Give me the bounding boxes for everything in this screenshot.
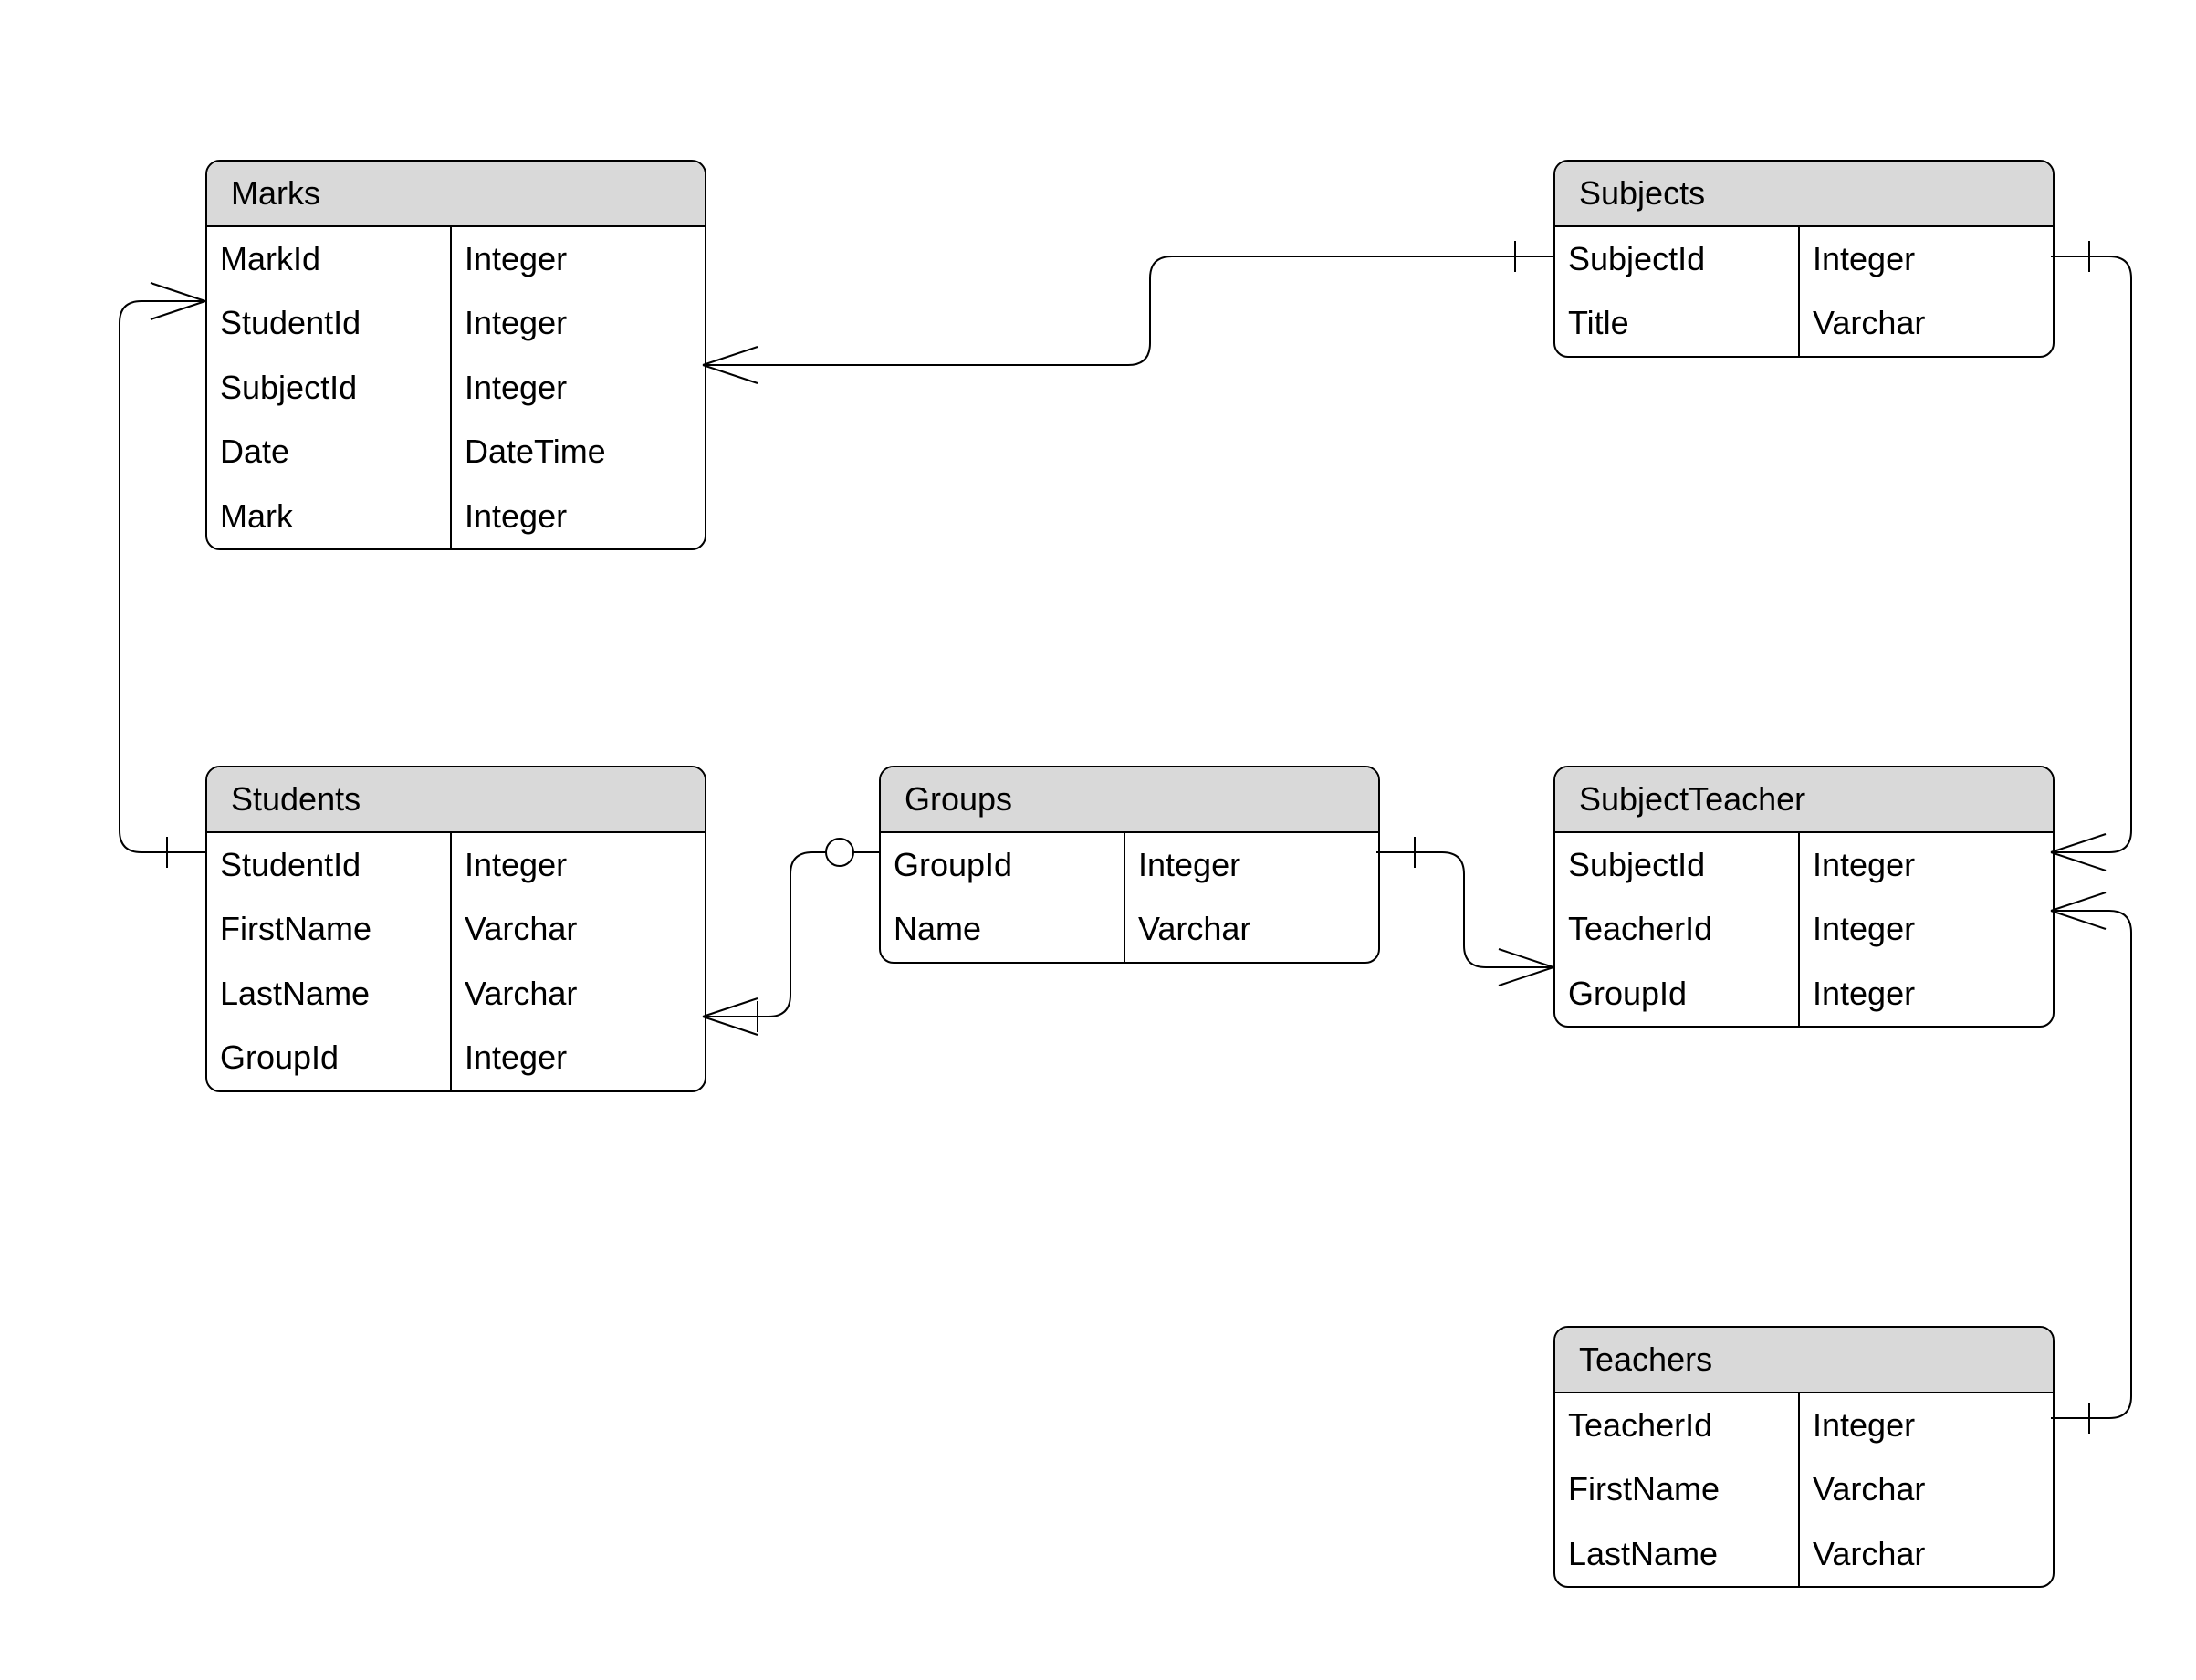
relation-marks-students xyxy=(120,283,205,868)
entity-subject-teacher[interactable]: SubjectTeacher SubjectId TeacherId Group… xyxy=(1553,766,2055,1028)
field-name: FirstName xyxy=(1555,1457,1798,1521)
field-type: Integer xyxy=(452,356,619,420)
field-name: SubjectId xyxy=(1555,227,1798,291)
field-type: DateTime xyxy=(452,420,619,484)
entity-teachers[interactable]: Teachers TeacherId FirstName LastName In… xyxy=(1553,1326,2055,1588)
field-name: Title xyxy=(1555,291,1798,355)
entity-subjects[interactable]: Subjects SubjectId Title Integer Varchar xyxy=(1553,160,2055,358)
field-name: LastName xyxy=(207,962,450,1026)
field-type: Varchar xyxy=(452,962,590,1026)
field-type: Varchar xyxy=(1800,1457,1938,1521)
field-type: Varchar xyxy=(452,897,590,961)
field-type: Varchar xyxy=(1125,897,1263,961)
entity-students[interactable]: Students StudentId FirstName LastName Gr… xyxy=(205,766,706,1092)
field-name: Date xyxy=(207,420,450,484)
entity-title: Students xyxy=(207,767,705,833)
entity-title: Subjects xyxy=(1555,162,2053,227)
field-type: Integer xyxy=(1800,227,1938,291)
relation-students-groups xyxy=(703,839,879,1035)
field-type: Integer xyxy=(452,485,619,548)
field-name: TeacherId xyxy=(1555,897,1798,961)
relation-subjects-subjectteacher xyxy=(2051,241,2131,871)
field-type: Varchar xyxy=(1800,291,1938,355)
field-name: TeacherId xyxy=(1555,1393,1798,1457)
field-name: Name xyxy=(881,897,1124,961)
field-name: MarkId xyxy=(207,227,450,291)
relation-teachers-subjectteacher xyxy=(2051,892,2131,1434)
entity-title: Groups xyxy=(881,767,1378,833)
field-type: Varchar xyxy=(1800,1522,1938,1586)
relation-marks-subjects xyxy=(703,241,1553,383)
entity-title: Marks xyxy=(207,162,705,227)
field-type: Integer xyxy=(452,291,619,355)
field-name: Mark xyxy=(207,485,450,548)
field-type: Integer xyxy=(1800,897,1928,961)
field-type: Integer xyxy=(452,1026,590,1090)
relation-groups-subjectteacher xyxy=(1376,837,1553,986)
field-name: SubjectId xyxy=(207,356,450,420)
entity-groups[interactable]: Groups GroupId Name Integer Varchar xyxy=(879,766,1380,964)
field-name: GroupId xyxy=(1555,962,1798,1026)
entity-marks[interactable]: Marks MarkId StudentId SubjectId Date Ma… xyxy=(205,160,706,550)
field-name: FirstName xyxy=(207,897,450,961)
field-name: GroupId xyxy=(207,1026,450,1090)
field-type: Integer xyxy=(1800,962,1928,1026)
field-name: GroupId xyxy=(881,833,1124,897)
field-name: StudentId xyxy=(207,291,450,355)
field-type: Integer xyxy=(1800,833,1928,897)
field-name: StudentId xyxy=(207,833,450,897)
field-type: Integer xyxy=(452,833,590,897)
field-name: SubjectId xyxy=(1555,833,1798,897)
field-type: Integer xyxy=(452,227,619,291)
field-type: Integer xyxy=(1125,833,1263,897)
entity-title: Teachers xyxy=(1555,1328,2053,1393)
entity-title: SubjectTeacher xyxy=(1555,767,2053,833)
field-type: Integer xyxy=(1800,1393,1938,1457)
field-name: LastName xyxy=(1555,1522,1798,1586)
